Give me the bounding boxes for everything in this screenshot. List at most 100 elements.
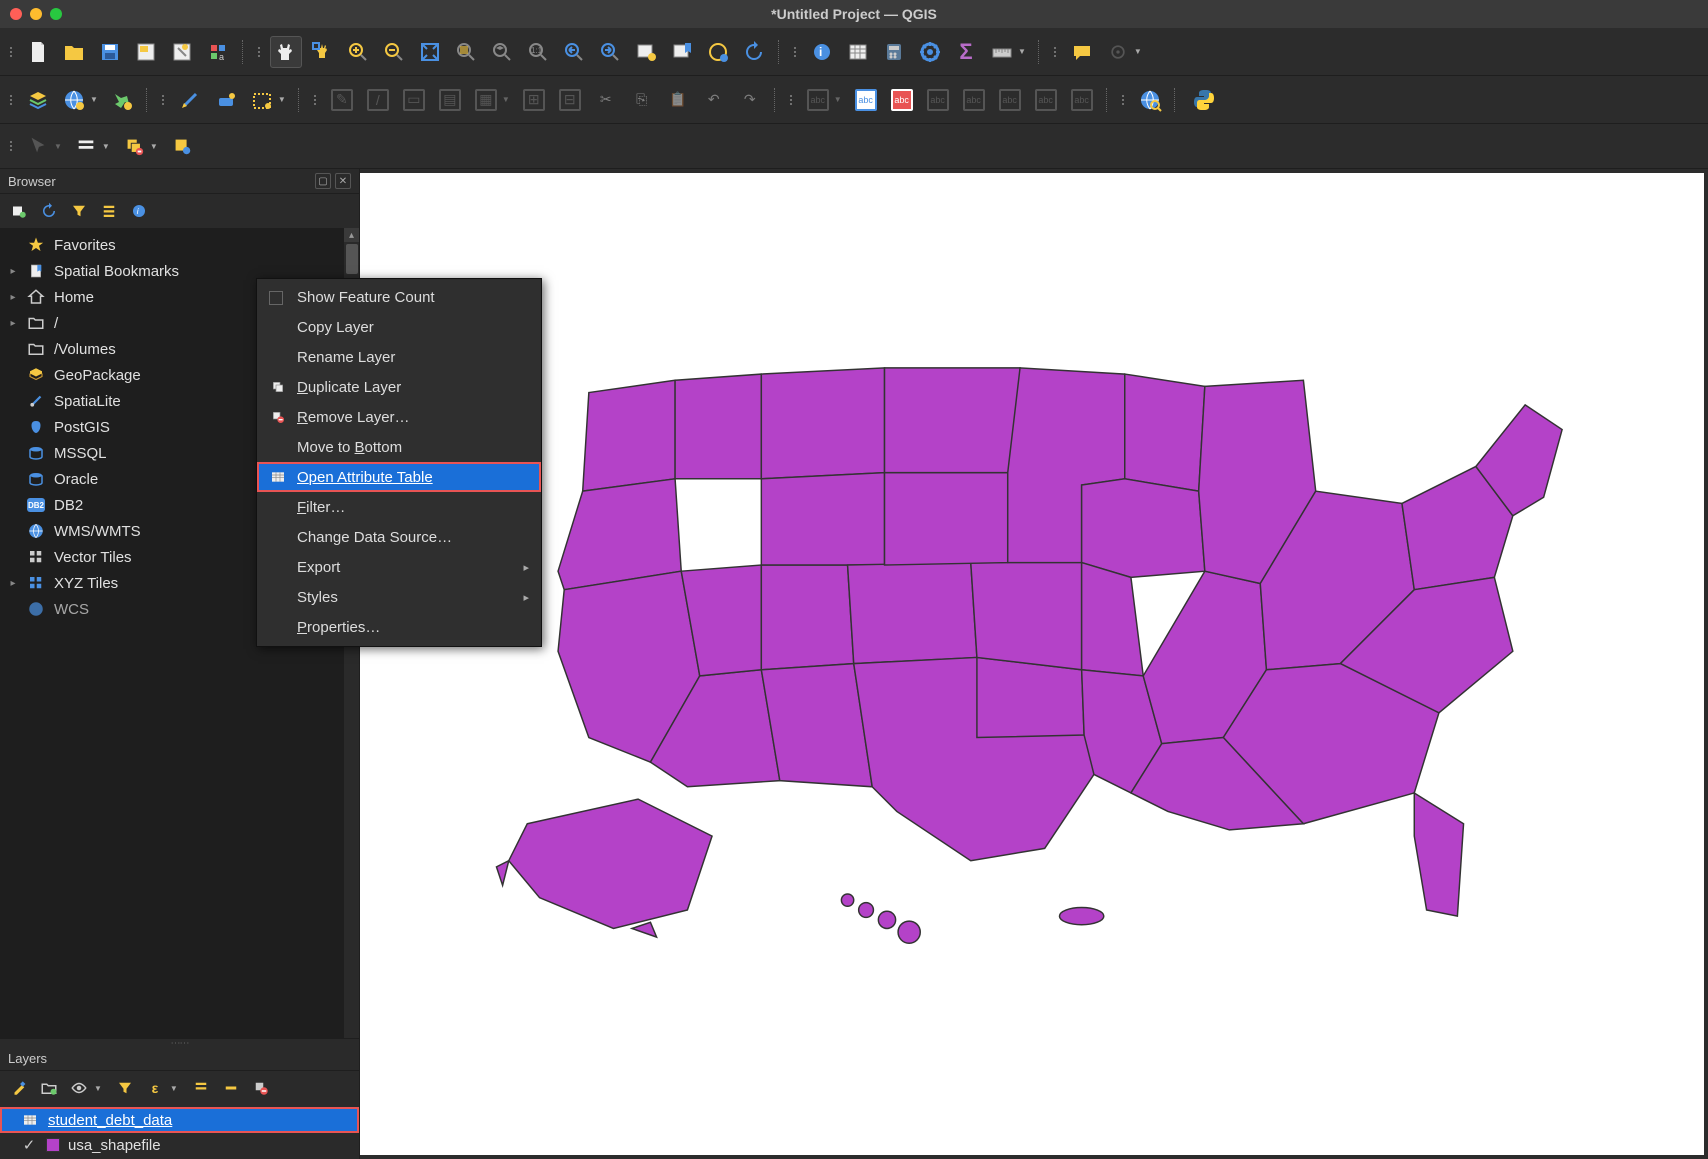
ctx-filter[interactable]: Filter… — [257, 492, 541, 522]
pin-layer-icon[interactable] — [166, 130, 198, 162]
zoom-selection-icon[interactable] — [450, 36, 482, 68]
toolbar-grip[interactable] — [1120, 95, 1126, 105]
current-edits-icon[interactable] — [174, 84, 206, 116]
panel-close-button[interactable]: ✕ — [335, 173, 351, 189]
layer-item-student-debt-data[interactable]: student_debt_data — [0, 1107, 359, 1133]
collapse-all-icon[interactable] — [220, 1077, 242, 1099]
toolbar-grip[interactable] — [1052, 47, 1058, 57]
pan-icon[interactable] — [270, 36, 302, 68]
zoom-in-icon[interactable] — [342, 36, 374, 68]
refresh-icon[interactable] — [738, 36, 770, 68]
dropdown-arrow-icon[interactable]: ▼ — [90, 95, 102, 104]
dropdown-arrow-icon[interactable]: ▼ — [150, 142, 162, 151]
expand-arrow-icon[interactable]: ▸ — [8, 266, 18, 277]
dropdown-arrow-icon[interactable]: ▼ — [1018, 47, 1030, 56]
ctx-export[interactable]: Export ▸ — [257, 552, 541, 582]
new-shapefile-layer-icon[interactable] — [106, 84, 138, 116]
map-tips-icon[interactable] — [1066, 36, 1098, 68]
toolbar-grip[interactable] — [160, 95, 166, 105]
dropdown-arrow-icon[interactable]: ▼ — [278, 95, 290, 104]
panel-undock-button[interactable]: ▢ — [315, 173, 331, 189]
measure-icon[interactable] — [986, 36, 1018, 68]
save-project-icon[interactable] — [94, 36, 126, 68]
identify-icon[interactable]: i — [806, 36, 838, 68]
dropdown-arrow-icon[interactable]: ▼ — [94, 1084, 106, 1093]
toolbar-grip[interactable] — [8, 141, 14, 151]
dropdown-arrow-icon[interactable]: ▼ — [102, 142, 114, 151]
toolbar-grip[interactable] — [792, 47, 798, 57]
scroll-thumb[interactable] — [346, 244, 358, 274]
toggle-editing-icon[interactable] — [210, 84, 242, 116]
settings-dropdown-icon[interactable] — [1102, 36, 1134, 68]
map-canvas[interactable] — [360, 173, 1704, 1155]
new-geopackage-layer-icon[interactable] — [58, 84, 90, 116]
duplicate-layer-icon[interactable] — [118, 130, 150, 162]
dropdown-arrow-icon[interactable]: ▼ — [1134, 47, 1146, 56]
layer-filter-icon[interactable] — [70, 130, 102, 162]
ctx-properties[interactable]: Properties… — [257, 612, 541, 642]
layer-visibility-checkbox[interactable]: ✓ — [20, 1136, 38, 1154]
remove-layer-icon[interactable] — [250, 1077, 272, 1099]
ctx-copy-layer[interactable]: Copy Layer — [257, 312, 541, 342]
zoom-last-icon[interactable] — [558, 36, 590, 68]
ctx-open-attribute-table[interactable]: Open Attribute Table — [257, 462, 541, 492]
ctx-duplicate-layer[interactable]: Duplicate Layer — [257, 372, 541, 402]
scroll-up-icon[interactable]: ▴ — [344, 228, 359, 242]
processing-toolbox-icon[interactable] — [914, 36, 946, 68]
ctx-show-feature-count[interactable]: Show Feature Count — [257, 283, 541, 312]
expand-all-icon[interactable] — [190, 1077, 212, 1099]
open-attribute-table-icon[interactable] — [842, 36, 874, 68]
properties-icon[interactable]: i — [128, 200, 150, 222]
expand-arrow-icon[interactable]: ▸ — [8, 292, 18, 303]
temporal-controller-icon[interactable] — [702, 36, 734, 68]
label-tool-icon[interactable]: abc — [850, 84, 882, 116]
new-map-view-icon[interactable] — [630, 36, 662, 68]
visibility-icon[interactable] — [68, 1077, 90, 1099]
layer-styling-icon[interactable] — [8, 1077, 30, 1099]
new-project-icon[interactable] — [22, 36, 54, 68]
ctx-remove-layer[interactable]: Remove Layer… — [257, 402, 541, 432]
python-console-icon[interactable] — [1188, 84, 1220, 116]
filter-by-expression-icon[interactable]: ε — [144, 1077, 166, 1099]
open-project-icon[interactable] — [58, 36, 90, 68]
save-edits-icon[interactable] — [246, 84, 278, 116]
add-group-icon[interactable] — [38, 1077, 60, 1099]
minimize-window-button[interactable] — [30, 8, 42, 20]
panel-resize-handle[interactable] — [0, 1039, 359, 1047]
toolbar-grip[interactable] — [312, 95, 318, 105]
layout-manager-icon[interactable] — [166, 36, 198, 68]
field-calculator-icon[interactable] — [878, 36, 910, 68]
zoom-out-icon[interactable] — [378, 36, 410, 68]
metasearch-icon[interactable] — [1134, 84, 1166, 116]
expand-arrow-icon[interactable]: ▸ — [8, 318, 18, 329]
pan-to-selection-icon[interactable] — [306, 36, 338, 68]
filter-browser-icon[interactable] — [68, 200, 90, 222]
zoom-full-icon[interactable] — [414, 36, 446, 68]
zoom-next-icon[interactable] — [594, 36, 626, 68]
toolbar-grip[interactable] — [8, 47, 14, 57]
data-source-manager-icon[interactable] — [22, 84, 54, 116]
diagram-tool-icon[interactable]: abc — [886, 84, 918, 116]
layer-item-usa-shapefile[interactable]: ✓ usa_shapefile — [0, 1133, 359, 1157]
maximize-window-button[interactable] — [50, 8, 62, 20]
toolbar-grip[interactable] — [788, 95, 794, 105]
expand-arrow-icon[interactable]: ▸ — [8, 578, 18, 589]
refresh-browser-icon[interactable] — [38, 200, 60, 222]
add-layer-icon[interactable] — [8, 200, 30, 222]
new-bookmark-icon[interactable] — [666, 36, 698, 68]
ctx-change-data-source[interactable]: Change Data Source… — [257, 522, 541, 552]
statistical-summary-icon[interactable]: Σ — [950, 36, 982, 68]
tree-item-favorites[interactable]: Favorites — [0, 232, 359, 258]
collapse-all-icon[interactable] — [98, 200, 120, 222]
zoom-layer-icon[interactable] — [486, 36, 518, 68]
zoom-native-icon[interactable]: 1:1 — [522, 36, 554, 68]
dropdown-arrow-icon[interactable]: ▼ — [170, 1084, 182, 1093]
toolbar-grip[interactable] — [8, 95, 14, 105]
ctx-styles[interactable]: Styles ▸ — [257, 582, 541, 612]
ctx-rename-layer[interactable]: Rename Layer — [257, 342, 541, 372]
toolbar-grip[interactable] — [256, 47, 262, 57]
ctx-move-to-bottom[interactable]: Move to Bottom — [257, 432, 541, 462]
close-window-button[interactable] — [10, 8, 22, 20]
filter-legend-icon[interactable] — [114, 1077, 136, 1099]
style-manager-icon[interactable]: a — [202, 36, 234, 68]
